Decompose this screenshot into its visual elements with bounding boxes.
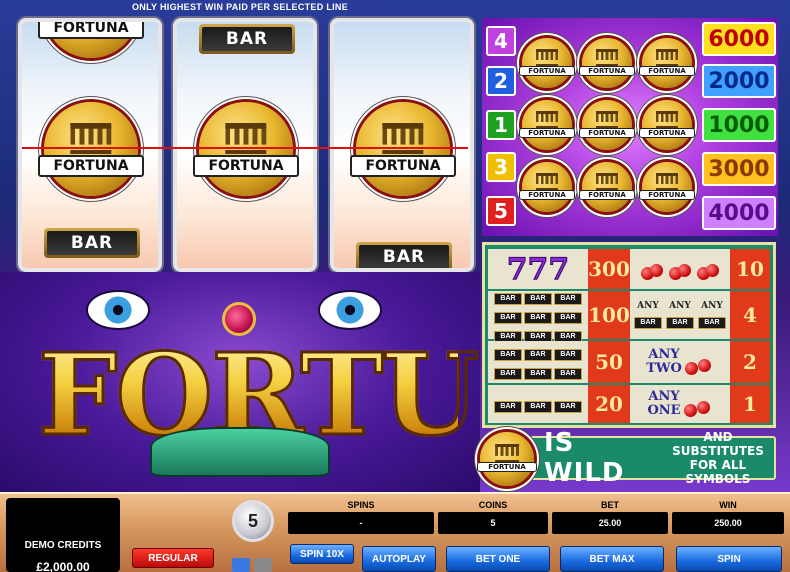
chip-increase-button[interactable] [254, 558, 272, 572]
payline-amount-1000: 1000 [702, 108, 776, 142]
cherry-icon [684, 349, 711, 375]
reel-3: FORTUNA BAR [330, 18, 474, 272]
spin-button[interactable]: SPIN [676, 546, 782, 572]
bet-one-button[interactable]: BET ONE [446, 546, 550, 572]
bet-value: 25.00 [552, 512, 668, 534]
any-bar-symbol: ANY BAR ANY BAR ANY BAR [630, 291, 730, 339]
cherry-icon [697, 258, 719, 280]
payline-badge-4: 4 [486, 26, 516, 56]
single-bar-symbol: BAR BAR BAR [488, 385, 588, 423]
cherry-icon [641, 258, 663, 280]
fortuna-coin-symbol: FORTUNA [350, 102, 456, 196]
cherry-icon [669, 258, 691, 280]
symbol-paytable: 777 300 10 BAR BAR BAR BAR BAR BAR BAR BAR BAR… [482, 242, 776, 428]
fortuna-coin-symbol: FORTUNA [579, 38, 635, 88]
payline-amount-3000: 3000 [702, 152, 776, 186]
reel-1: FORTUNA FORTUNA BAR [18, 18, 162, 272]
fortuna-coin-symbol: FORTUNA [639, 162, 695, 212]
regular-mode-button[interactable]: REGULAR [132, 548, 214, 568]
paytable-value: 2 [730, 341, 770, 383]
fortuna-coin-symbol: FORTUNA [639, 100, 695, 150]
credits-display: DEMO CREDITS £2,000.00 [6, 498, 120, 572]
wild-title: IS WILD [544, 428, 625, 488]
paytable-value: 50 [588, 341, 630, 383]
payline-badge-1: 1 [486, 110, 516, 140]
wild-description: AND SUBSTITUTES FOR ALL SYMBOLS [672, 430, 764, 486]
coins-value: 5 [438, 512, 548, 534]
sevens-symbol: 777 [488, 249, 588, 289]
fortuna-coin-symbol: FORTUNA [639, 38, 695, 88]
coin-value-chip[interactable]: 5 [232, 500, 274, 542]
paytable-value: 4 [730, 291, 770, 339]
wild-info-banner: IS WILD AND SUBSTITUTES FOR ALL SYMBOLS [530, 428, 776, 488]
paytable-value: 20 [588, 385, 630, 423]
fortuna-coin-symbol: FORTUNA [519, 38, 575, 88]
paytable-row: BAR BAR BAR 20 ANY ONE 1 [488, 385, 770, 423]
bar-symbol: BAR [199, 24, 295, 54]
any-two-cherries-symbol: ANY TWO [630, 341, 730, 383]
winning-payline [22, 147, 468, 149]
credits-value: £2,000.00 [36, 560, 90, 572]
wild-fortuna-coin: FORTUNA [476, 432, 538, 486]
coins-label: COINS [478, 500, 508, 510]
paytable-value: 100 [588, 291, 630, 339]
fortuna-coin-symbol: FORTUNA [579, 100, 635, 150]
paytable-row: BAR BAR BAR BAR BAR BAR 50 ANY TWO 2 [488, 341, 770, 383]
fortuna-coin-symbol: FORTUNA [193, 102, 299, 196]
autoplay-button[interactable]: AUTOPLAY [362, 546, 436, 572]
payline-amount-2000: 2000 [702, 64, 776, 98]
win-value: 250.00 [672, 512, 784, 534]
triple-bar-symbol: BAR BAR BAR BAR BAR BAR BAR BAR BAR [488, 291, 588, 343]
bet-max-button[interactable]: BET MAX [560, 546, 664, 572]
fortuna-coin-symbol: FORTUNA [579, 162, 635, 212]
payline-badge-5: 5 [486, 196, 516, 226]
paytable-value: 1 [730, 385, 770, 423]
fortuna-coin-symbol: FORTUNA [38, 22, 144, 58]
win-label: WIN [719, 500, 737, 510]
bar-symbol: BAR [356, 242, 452, 268]
urn-icon [150, 427, 330, 477]
fortuna-coin-symbol: FORTUNA [519, 100, 575, 150]
fortuna-logo-art: FORTUNA [0, 272, 480, 494]
eye-icon [86, 290, 150, 330]
eye-icon [318, 290, 382, 330]
spins-label: SPINS [347, 500, 375, 510]
payline-rule-banner: ONLY HIGHEST WIN PAID PER SELECTED LINE [131, 2, 349, 12]
paytable-value: 10 [730, 249, 770, 289]
bar-symbol: BAR [44, 228, 140, 258]
spins-value: - [288, 512, 434, 534]
spin-10x-button[interactable]: SPIN 10X [290, 544, 354, 564]
any-one-cherry-symbol: ANY ONE [630, 385, 730, 423]
payline-amount-4000: 4000 [702, 196, 776, 230]
payline-badge-3: 3 [486, 152, 516, 182]
paytable-row: BAR BAR BAR BAR BAR BAR BAR BAR BAR 100 ANY BAR… [488, 291, 770, 343]
payline-badge-2: 2 [486, 66, 516, 96]
paytable-value: 300 [588, 249, 630, 289]
paytable-row: 777 300 10 [488, 249, 770, 289]
reel-2: BAR FORTUNA [173, 18, 317, 272]
three-cherries-symbol [630, 249, 730, 289]
fortuna-coin-symbol: FORTUNA [38, 102, 144, 196]
chip-decrease-button[interactable] [232, 558, 250, 572]
bet-label: BET [601, 500, 619, 510]
cherry-icon [683, 391, 710, 417]
payline-amount-6000: 6000 [702, 22, 776, 56]
credits-label: DEMO CREDITS [24, 540, 102, 551]
double-bar-symbol: BAR BAR BAR BAR BAR BAR [488, 341, 588, 383]
fortuna-coin-symbol: FORTUNA [519, 162, 575, 212]
